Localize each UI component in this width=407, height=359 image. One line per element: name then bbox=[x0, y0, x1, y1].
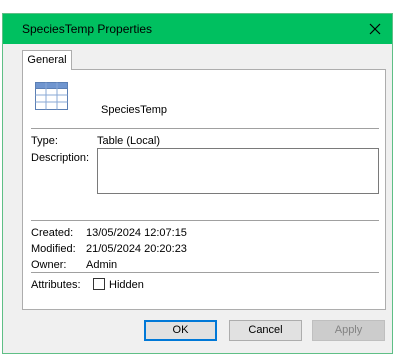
attributes-label: Attributes: bbox=[31, 279, 81, 291]
tab-general[interactable]: General bbox=[22, 50, 72, 70]
modified-value: 21/05/2024 20:20:23 bbox=[86, 243, 187, 255]
separator bbox=[31, 272, 379, 273]
description-label: Description: bbox=[31, 152, 90, 164]
table-icon bbox=[35, 82, 68, 110]
separator bbox=[31, 220, 379, 221]
created-value: 13/05/2024 12:07:15 bbox=[86, 227, 187, 239]
ok-button[interactable]: OK bbox=[144, 320, 217, 341]
title-bar[interactable]: SpeciesTemp Properties bbox=[3, 14, 392, 44]
apply-button[interactable]: Apply bbox=[312, 320, 385, 341]
cancel-button[interactable]: Cancel bbox=[229, 320, 302, 341]
description-field[interactable] bbox=[97, 148, 379, 194]
separator bbox=[31, 128, 379, 129]
properties-dialog: SpeciesTemp Properties General SpeciesTe… bbox=[2, 13, 393, 354]
general-panel: SpeciesTemp Type: Table (Local) Descript… bbox=[22, 69, 386, 310]
object-name: SpeciesTemp bbox=[101, 104, 168, 116]
hidden-label[interactable]: Hidden bbox=[109, 279, 144, 291]
owner-value: Admin bbox=[86, 259, 118, 271]
close-icon bbox=[369, 23, 381, 35]
type-value: Table (Local) bbox=[97, 135, 160, 147]
created-label: Created: bbox=[31, 227, 74, 239]
dialog-title: SpeciesTemp Properties bbox=[22, 22, 153, 36]
modified-label: Modified: bbox=[31, 243, 76, 255]
type-label: Type: bbox=[31, 135, 58, 147]
hidden-checkbox[interactable] bbox=[93, 278, 105, 290]
close-button[interactable] bbox=[358, 14, 392, 44]
owner-label: Owner: bbox=[31, 259, 67, 271]
